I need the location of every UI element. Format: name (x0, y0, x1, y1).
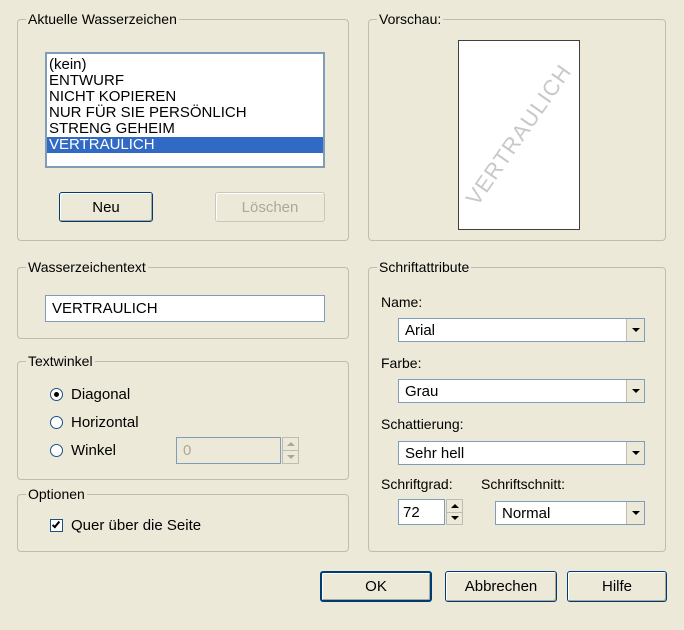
radio-horizontal[interactable]: Horizontal (50, 414, 139, 431)
text-angle-group: Textwinkel Diagonal Horizontal Winkel 0 (17, 353, 349, 480)
font-shading-select[interactable]: Sehr hell (398, 441, 645, 465)
watermark-text-input[interactable]: VERTRAULICH (45, 295, 325, 322)
chevron-down-icon (631, 328, 640, 332)
chevron-down-icon (631, 389, 640, 393)
font-name-select[interactable]: Arial (398, 318, 645, 342)
text-angle-legend: Textwinkel (26, 353, 95, 369)
ok-button[interactable]: OK (320, 571, 432, 602)
font-color-value: Grau (405, 382, 439, 400)
font-size-input[interactable]: 72 (398, 499, 445, 525)
preview-legend: Vorschau: (377, 11, 444, 27)
font-attributes-group: Schriftattribute Name: Arial Farbe: Grau… (368, 259, 666, 552)
font-style-select[interactable]: Normal (495, 501, 645, 525)
chevron-up-icon (450, 503, 459, 508)
dropdown-button[interactable] (626, 502, 644, 524)
list-item[interactable]: NUR FÜR SIE PERSÖNLICH (47, 105, 323, 121)
dropdown-button[interactable] (626, 319, 644, 341)
chevron-down-icon (450, 516, 459, 521)
across-page-label: Quer über die Seite (71, 517, 202, 534)
angle-value-input[interactable]: 0 (176, 437, 281, 464)
checkbox[interactable] (50, 519, 63, 532)
spin-down[interactable] (283, 450, 298, 463)
font-color-select[interactable]: Grau (398, 379, 645, 403)
spin-up[interactable] (447, 500, 462, 512)
radio-horizontal-label: Horizontal (71, 414, 139, 431)
list-item[interactable]: NICHT KOPIEREN (47, 89, 323, 105)
current-watermarks-legend: Aktuelle Wasserzeichen (26, 11, 179, 27)
radio-button[interactable] (50, 416, 63, 429)
options-legend: Optionen (26, 486, 87, 502)
watermark-list[interactable]: (kein) ENTWURF NICHT KOPIEREN NUR FÜR SI… (45, 52, 325, 168)
spin-up[interactable] (283, 438, 298, 450)
radio-button[interactable] (50, 444, 63, 457)
font-shading-value: Sehr hell (405, 444, 465, 462)
font-size-spinner[interactable] (446, 499, 463, 525)
spin-down[interactable] (447, 511, 462, 525)
font-color-label: Farbe: (381, 355, 422, 371)
current-watermarks-group: Aktuelle Wasserzeichen (kein) ENTWURF NI… (17, 11, 349, 241)
check-icon (51, 519, 61, 529)
chevron-down-icon (286, 455, 295, 459)
watermark-text-group: Wasserzeichentext VERTRAULICH (17, 259, 349, 339)
list-item[interactable]: STRENG GEHEIM (47, 121, 323, 137)
preview-page: VERTRAULICH (458, 40, 580, 230)
radio-button[interactable] (50, 388, 63, 401)
radio-winkel-label: Winkel (71, 442, 117, 459)
font-style-label: Schriftschnitt: (481, 476, 566, 492)
help-button[interactable]: Hilfe (567, 571, 667, 602)
list-item[interactable]: (kein) (47, 57, 323, 73)
cancel-button[interactable]: Abbrechen (445, 571, 557, 602)
chevron-up-icon (286, 442, 295, 446)
across-page-checkbox[interactable]: Quer über die Seite (50, 517, 201, 534)
radio-diagonal[interactable]: Diagonal (50, 386, 130, 403)
preview-group: Vorschau: VERTRAULICH (368, 11, 666, 241)
dropdown-button[interactable] (626, 380, 644, 402)
delete-button[interactable]: Löschen (215, 192, 325, 222)
dropdown-button[interactable] (626, 442, 644, 464)
list-item[interactable]: ENTWURF (47, 73, 323, 89)
font-attributes-legend: Schriftattribute (377, 259, 472, 275)
radio-winkel[interactable]: Winkel (50, 442, 116, 459)
font-size-label: Schriftgrad: (381, 476, 453, 492)
new-button[interactable]: Neu (59, 192, 153, 222)
font-style-value: Normal (502, 504, 551, 522)
list-item-selected[interactable]: VERTRAULICH (47, 137, 323, 153)
options-group: Optionen Quer über die Seite (17, 486, 349, 552)
font-name-label: Name: (381, 294, 423, 310)
watermark-text-legend: Wasserzeichentext (26, 259, 148, 275)
chevron-down-icon (631, 511, 640, 515)
chevron-down-icon (631, 451, 640, 455)
radio-diagonal-label: Diagonal (71, 386, 131, 403)
font-name-value: Arial (405, 321, 436, 339)
font-shading-label: Schattierung: (381, 416, 464, 432)
radio-dot (54, 392, 59, 397)
angle-spinner[interactable] (282, 437, 299, 464)
preview-watermark: VERTRAULICH (460, 59, 577, 210)
